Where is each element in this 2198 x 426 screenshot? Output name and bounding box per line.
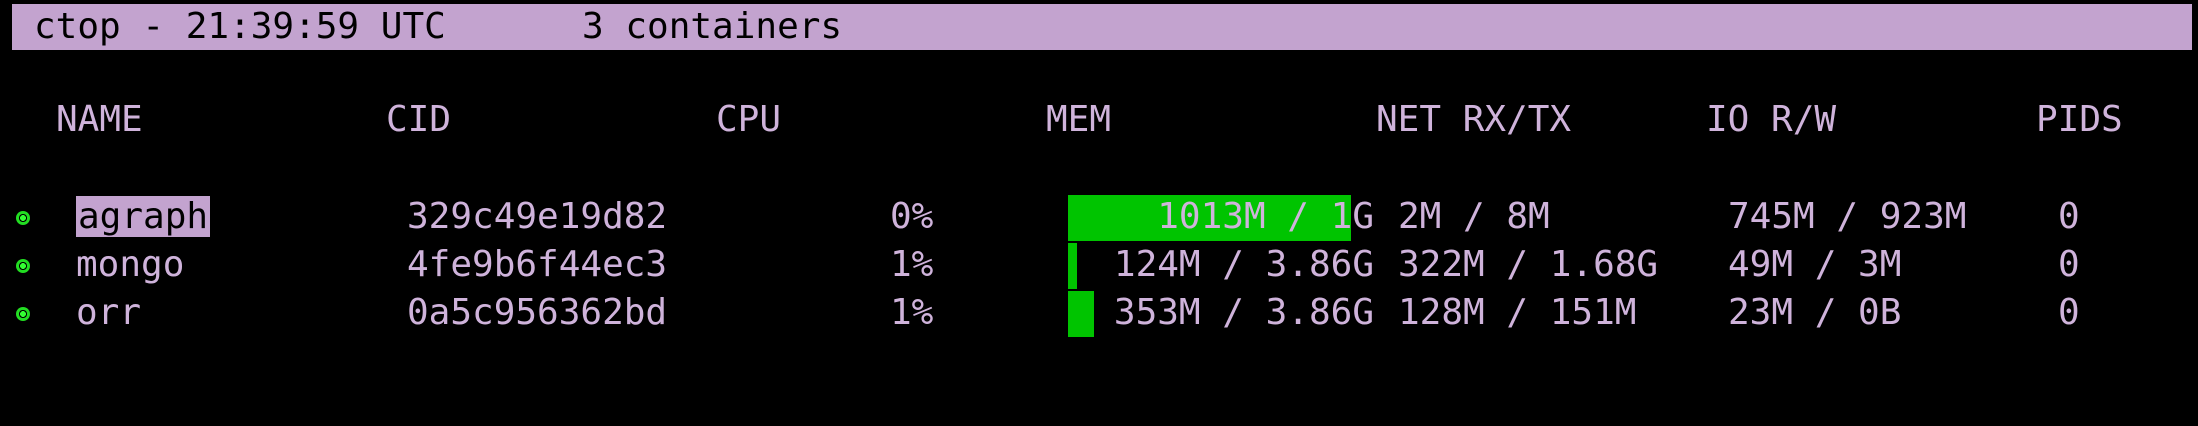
- container-id: 0a5c956362bd: [407, 292, 668, 333]
- cpu-value: 1%: [890, 292, 934, 333]
- status-running-icon: [16, 307, 30, 321]
- container-id: 329c49e19d82: [407, 196, 668, 237]
- column-header-cpu[interactable]: CPU: [716, 98, 781, 142]
- container-row[interactable]: orr 0a5c956362bd 1% 353M / 3.86G 128M / 151M…: [0, 289, 2198, 337]
- container-name[interactable]: orr: [76, 292, 141, 333]
- name-cell: orr: [76, 289, 141, 337]
- pids-value: 0: [2058, 292, 2080, 333]
- pids-value: 0: [2058, 244, 2080, 285]
- net-value: 322M / 1.68G: [1398, 244, 1659, 285]
- name-cell: mongo: [76, 241, 184, 289]
- app-title: ctop - 21:39:59 UTC: [34, 6, 446, 47]
- column-header-net[interactable]: NET RX/TX: [1376, 98, 1571, 142]
- container-row[interactable]: agraph 329c49e19d82 0% 1013M / 1G 2M / 8M 745…: [0, 193, 2198, 241]
- column-header-pids[interactable]: PIDS: [2036, 98, 2123, 142]
- mem-value: 124M / 3.86G: [1113, 244, 1374, 285]
- pids-value: 0: [2058, 196, 2080, 237]
- mem-value: 353M / 3.86G: [1113, 292, 1374, 333]
- column-header-io[interactable]: IO R/W: [1706, 98, 1836, 142]
- mem-usage-bar: [1068, 243, 1077, 289]
- io-value: 745M / 923M: [1728, 196, 1967, 237]
- io-value: 23M / 0B: [1728, 292, 1902, 333]
- cpu-value: 0%: [890, 196, 934, 237]
- status-running-icon: [16, 259, 30, 273]
- column-header-name[interactable]: NAME: [56, 98, 143, 142]
- net-value: 2M / 8M: [1398, 196, 1550, 237]
- container-count: 3 containers: [582, 6, 843, 47]
- name-cell: agraph: [76, 193, 211, 241]
- mem-value: 1013M / 1G: [1157, 196, 1374, 237]
- net-value: 128M / 151M: [1398, 292, 1637, 333]
- container-name[interactable]: mongo: [76, 244, 184, 285]
- container-name[interactable]: agraph: [76, 196, 211, 237]
- header-bar: ctop - 21:39:59 UTC 3 containers: [12, 4, 2192, 50]
- status-running-icon: [16, 211, 30, 225]
- container-row[interactable]: mongo 4fe9b6f44ec3 1% 124M / 3.86G 322M / 1.…: [0, 241, 2198, 289]
- container-id: 4fe9b6f44ec3: [407, 244, 668, 285]
- mem-usage-bar: [1068, 291, 1094, 337]
- column-header-cid[interactable]: CID: [386, 98, 451, 142]
- cpu-value: 1%: [890, 244, 934, 285]
- column-header-mem[interactable]: MEM: [1046, 98, 1111, 142]
- io-value: 49M / 3M: [1728, 244, 1902, 285]
